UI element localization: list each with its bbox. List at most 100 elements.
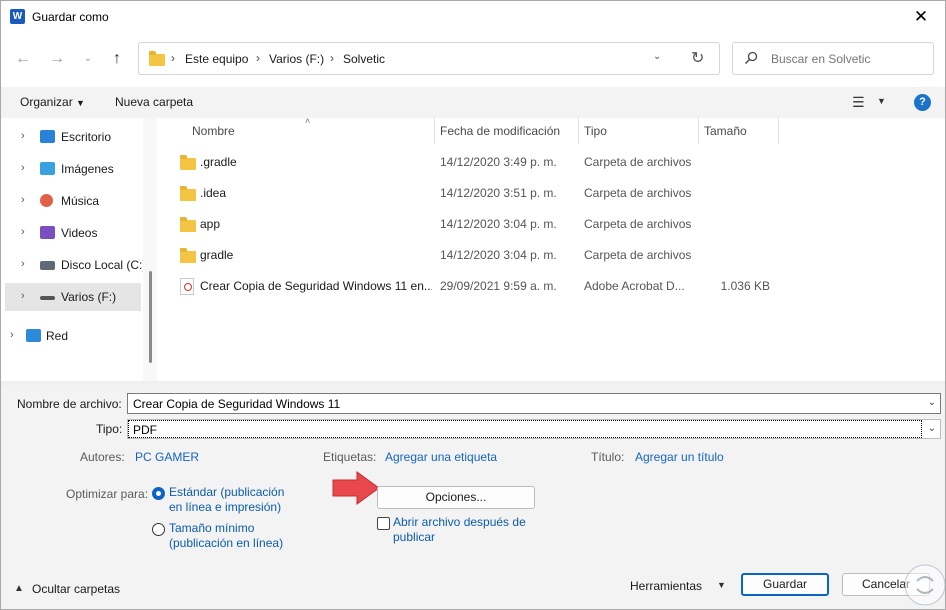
add-title-link[interactable]: Agregar un título xyxy=(635,450,724,464)
column-header-name[interactable]: Nombre ˄ xyxy=(192,116,310,144)
file-list: Nombre ˄ Fecha de modificación Tipo Tama… xyxy=(159,116,945,381)
dialog-footer: ▲ Ocultar carpetas Herramientas ▼ Guarda… xyxy=(1,571,945,609)
chevron-down-icon[interactable]: ⌄ xyxy=(928,397,936,408)
close-icon[interactable]: ✕ xyxy=(911,7,931,27)
breadcrumb-solvetic[interactable]: Solvetic xyxy=(343,52,385,66)
file-row[interactable]: .gradle 14/12/2020 3:49 p. m. Carpeta de… xyxy=(171,147,789,178)
chevron-right-icon[interactable]: › xyxy=(21,290,25,302)
sidebar-item-videos[interactable]: › Videos xyxy=(5,219,141,247)
sidebar-item-musica[interactable]: › Música xyxy=(5,187,141,215)
file-row[interactable]: .idea 14/12/2020 3:51 p. m. Carpeta de a… xyxy=(171,178,789,209)
caret-down-icon[interactable]: ▼ xyxy=(877,96,886,106)
caret-down-icon[interactable]: ▼ xyxy=(717,580,726,590)
open-after-publish-checkbox[interactable] xyxy=(377,517,390,530)
sidebar-item-disco-local[interactable]: › Disco Local (C:) xyxy=(5,251,146,279)
file-type: Adobe Acrobat D... xyxy=(584,279,685,293)
address-bar[interactable]: › Este equipo › Varios (F:) › Solvetic ⌄… xyxy=(138,42,720,75)
file-row[interactable]: Crear Copia de Seguridad Windows 11 en..… xyxy=(171,271,789,302)
sidebar-item-red[interactable]: › Red xyxy=(1,322,130,350)
open-after-publish-label[interactable]: Abrir archivo después de publicar xyxy=(393,515,526,545)
file-date: 29/09/2021 9:59 a. m. xyxy=(440,279,557,293)
back-arrow-icon[interactable]: ← xyxy=(11,47,35,71)
options-button[interactable]: Opciones... xyxy=(377,486,535,509)
filename-input[interactable] xyxy=(133,397,913,411)
pictures-icon xyxy=(40,162,55,175)
watermark-logo-icon xyxy=(904,564,945,606)
up-arrow-icon[interactable]: ↑ xyxy=(105,47,129,71)
filename-field[interactable]: ⌄ xyxy=(127,393,941,414)
tools-menu[interactable]: Herramientas xyxy=(630,579,702,593)
forward-arrow-icon[interactable]: → xyxy=(45,47,69,71)
chevron-down-icon[interactable]: ⌄ xyxy=(653,51,661,62)
file-type: Carpeta de archivos xyxy=(584,248,692,262)
title-label: Título: xyxy=(591,450,625,464)
optimize-standard-radio[interactable] xyxy=(152,487,165,500)
file-row[interactable]: app 14/12/2020 3:04 p. m. Carpeta de arc… xyxy=(171,209,789,240)
hide-folders-button[interactable]: Ocultar carpetas xyxy=(32,582,120,596)
chevron-up-icon[interactable]: ▲ xyxy=(14,583,24,594)
column-header-type[interactable]: Tipo xyxy=(584,118,607,144)
organize-label: Organizar xyxy=(20,95,73,109)
breadcrumb-varios[interactable]: Varios (F:) xyxy=(269,52,324,66)
chevron-right-icon: › xyxy=(171,51,175,65)
sort-ascending-icon: ˄ xyxy=(305,116,311,126)
column-divider[interactable] xyxy=(778,118,779,144)
authors-value[interactable]: PC GAMER xyxy=(135,450,199,464)
sidebar-item-imagenes[interactable]: › Imágenes xyxy=(5,155,141,183)
file-type: Carpeta de archivos xyxy=(584,217,692,231)
sidebar-item-label: Red xyxy=(46,329,69,343)
file-name: .gradle xyxy=(200,155,237,169)
chevron-right-icon[interactable]: › xyxy=(21,194,25,206)
navigation-pane: › Escritorio › Imágenes › Música › Video… xyxy=(1,118,157,381)
column-divider[interactable] xyxy=(434,118,435,144)
chevron-right-icon[interactable]: › xyxy=(21,162,25,174)
music-icon xyxy=(40,194,53,207)
chevron-right-icon[interactable]: › xyxy=(10,329,14,341)
type-focus-ring: PDF xyxy=(128,420,922,438)
add-tag-link[interactable]: Agregar una etiqueta xyxy=(385,450,497,464)
optimize-minimum-radio[interactable] xyxy=(152,523,165,536)
chevron-right-icon[interactable]: › xyxy=(21,130,25,142)
sidebar-scrollbar[interactable] xyxy=(143,118,157,381)
recent-dropdown-icon[interactable]: ⌄ xyxy=(76,47,100,71)
scrollbar-thumb[interactable] xyxy=(149,271,152,363)
radio-label-line: en línea e impresión) xyxy=(169,500,282,514)
videos-icon xyxy=(40,226,55,239)
pdf-icon xyxy=(180,278,194,295)
drive-icon xyxy=(40,296,55,300)
red-pointer-arrow-icon xyxy=(332,471,380,505)
column-divider[interactable] xyxy=(578,118,579,144)
chevron-down-icon[interactable]: ⌄ xyxy=(928,423,936,434)
chevron-right-icon[interactable]: › xyxy=(21,226,25,238)
folder-icon xyxy=(180,248,196,263)
file-name: .idea xyxy=(200,186,227,200)
chevron-right-icon[interactable]: › xyxy=(21,258,25,270)
file-name: app xyxy=(200,217,221,231)
optimize-standard-label[interactable]: Estándar (publicación en línea e impresi… xyxy=(169,485,284,515)
authors-label: Autores: xyxy=(80,450,125,464)
column-header-size[interactable]: Tamaño xyxy=(704,118,747,144)
radio-label-line: (publicación en línea) xyxy=(169,536,284,550)
filename-label: Nombre de archivo: xyxy=(17,397,122,411)
new-folder-button[interactable]: Nueva carpeta xyxy=(115,95,193,109)
chevron-right-icon: › xyxy=(330,51,334,65)
folder-icon xyxy=(149,51,165,66)
save-button[interactable]: Guardar xyxy=(741,573,829,596)
organize-menu[interactable]: Organizar ▼ xyxy=(20,95,85,109)
optimize-minimum-label[interactable]: Tamaño mínimo (publicación en línea) xyxy=(169,521,283,551)
file-row[interactable]: gradle 14/12/2020 3:04 p. m. Carpeta de … xyxy=(171,240,789,271)
checkbox-label-line: publicar xyxy=(393,530,436,544)
sidebar-item-escritorio[interactable]: › Escritorio xyxy=(5,123,141,151)
sidebar-item-label: Varios (F:) xyxy=(61,290,117,304)
breadcrumb-este-equipo[interactable]: Este equipo xyxy=(185,52,248,66)
type-select[interactable]: PDF ⌄ xyxy=(127,419,941,439)
file-type: Carpeta de archivos xyxy=(584,186,692,200)
sidebar-item-varios[interactable]: › Varios (F:) xyxy=(5,283,141,311)
refresh-icon[interactable]: ↻ xyxy=(691,48,704,68)
search-input[interactable] xyxy=(771,51,921,67)
column-header-date[interactable]: Fecha de modificación xyxy=(440,118,560,144)
view-list-icon[interactable]: ☰ xyxy=(852,94,865,111)
column-divider[interactable] xyxy=(698,118,699,144)
search-box[interactable] xyxy=(732,42,934,75)
help-icon[interactable]: ? xyxy=(914,94,931,111)
